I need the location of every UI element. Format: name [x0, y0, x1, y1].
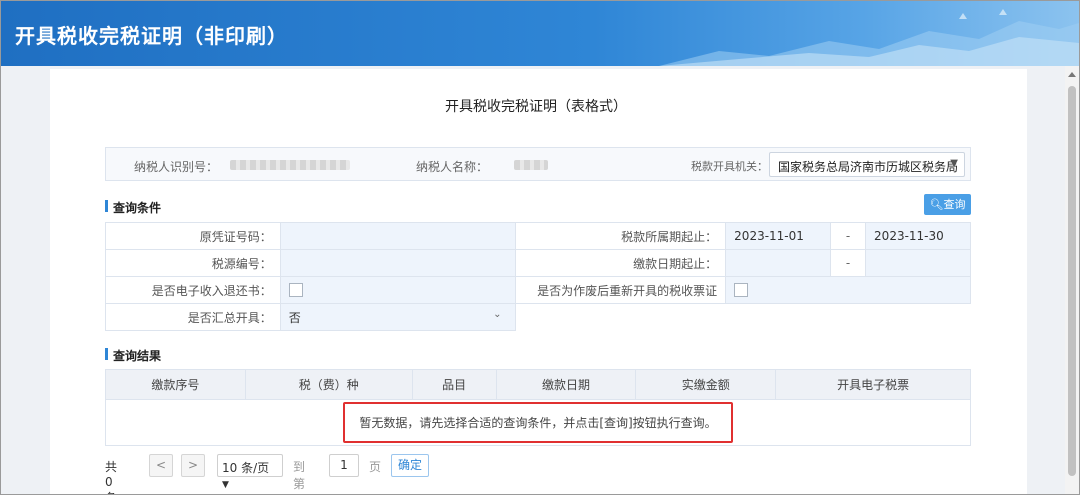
query-button-label: 查询 [943, 198, 966, 211]
query-button[interactable]: 🔍︎查询 [924, 194, 971, 215]
empty-message: 暂无数据，请先选择合适的查询条件，并点击[查询]按钮执行查询。 [343, 402, 733, 443]
payment-date-start-input[interactable] [725, 249, 832, 277]
column-header[interactable]: 品目 [411, 369, 497, 400]
taxpayer-id-redacted [230, 160, 350, 170]
chevron-down-icon: ▼ [950, 158, 958, 169]
tax-source-input[interactable] [279, 249, 517, 277]
prev-page-button[interactable]: < [149, 454, 173, 477]
e-refund-cell [279, 276, 517, 304]
page-suffix: 页 [369, 460, 382, 474]
reissued-cell [725, 276, 971, 304]
column-header[interactable]: 开具电子税票 [775, 369, 971, 400]
e-refund-checkbox[interactable] [288, 283, 303, 298]
tax-source-label: 税源编号： [105, 249, 281, 277]
next-page-button[interactable]: > [181, 454, 205, 477]
reissued-label: 是否为作废后重新开具的税收票证 [515, 276, 726, 304]
taxpayer-name-redacted [514, 160, 548, 170]
tax-period-end-input[interactable]: 2023-11-30 [865, 222, 971, 250]
header-title: 开具税收完税证明（非印刷） [15, 24, 288, 48]
empty-cell: 暂无数据，请先选择合适的查询条件，并点击[查询]按钮执行查询。 [105, 399, 971, 446]
original-voucher-input[interactable] [279, 222, 517, 250]
condition-row: 原凭证号码： 税款所属期起止： 2023-11-01 - 2023-11-30 [105, 222, 971, 250]
column-header[interactable]: 缴款序号 [105, 369, 246, 400]
scroll-up-arrow-icon[interactable] [1068, 72, 1076, 77]
vertical-scrollbar[interactable] [1065, 66, 1079, 494]
payment-date-label: 缴款日期起止： [515, 249, 727, 277]
results-table: 缴款序号 税（费）种 品目 缴款日期 实缴金额 开具电子税票 暂无数据，请先选择… [105, 369, 971, 446]
great-wall-illustration [659, 9, 1079, 66]
page-size-select[interactable]: 10 条/页 ▼ [217, 454, 283, 490]
query-conditions-table: 原凭证号码： 税款所属期起止： 2023-11-01 - 2023-11-30 … [105, 222, 971, 331]
payment-date-end-input[interactable] [865, 249, 971, 277]
summary-select[interactable]: 否 ⌄ [279, 303, 517, 331]
column-header[interactable]: 实缴金额 [635, 369, 777, 400]
query-results-title: 查询结果 [105, 347, 161, 364]
results-header-row: 缴款序号 税（费）种 品目 缴款日期 实缴金额 开具电子税票 [105, 369, 971, 400]
summary-label: 是否汇总开具： [105, 303, 281, 331]
taxpayer-name-label: 纳税人名称： [416, 160, 489, 174]
column-header[interactable]: 缴款日期 [495, 369, 637, 400]
condition-row: 是否汇总开具： 否 ⌄ [105, 303, 971, 331]
empty-cell [515, 303, 971, 331]
confirm-page-button[interactable]: 确定 [391, 454, 429, 477]
column-header[interactable]: 税（费）种 [244, 369, 413, 400]
payment-date-separator: - [830, 249, 867, 277]
page-header: 开具税收完税证明（非印刷） [1, 1, 1079, 66]
goto-label: 到第 [293, 460, 306, 491]
scrollbar-thumb[interactable] [1068, 86, 1076, 476]
tax-office-value: 国家税务总局济南市历城区税务局 [778, 160, 959, 174]
summary-value: 否 [288, 310, 301, 325]
tax-period-start-input[interactable]: 2023-11-01 [725, 222, 832, 250]
empty-row: 暂无数据，请先选择合适的查询条件，并点击[查询]按钮执行查询。 [105, 399, 971, 446]
condition-row: 是否电子收入退还书： 是否为作废后重新开具的税收票证 [105, 276, 971, 304]
taxpayer-id-label: 纳税人识别号： [134, 160, 219, 174]
query-conditions-title: 查询条件 [105, 199, 161, 216]
search-icon: 🔍︎ [929, 198, 944, 211]
tax-office-select[interactable]: 国家税务总局济南市历城区税务局 ▼ [769, 152, 965, 177]
chevron-down-icon: ▼ [222, 480, 229, 490]
tax-period-label: 税款所属期起止： [515, 222, 727, 250]
total-count: 共 0 条 [105, 460, 118, 494]
page-title: 开具税收完税证明（表格式） [445, 99, 627, 115]
app-window: 开具税收完税证明（非印刷） 开具税收完税证明（表格式） 纳税人识别号： 纳税人名… [0, 0, 1080, 495]
tax-period-separator: - [830, 222, 867, 250]
tax-office-label: 税款开具机关： [691, 160, 768, 173]
page-size-value: 10 条/页 [222, 461, 270, 475]
chevron-down-icon: ⌄ [493, 309, 502, 320]
original-voucher-label: 原凭证号码： [105, 222, 281, 250]
page-number-input[interactable]: 1 [329, 454, 359, 477]
e-refund-label: 是否电子收入退还书： [105, 276, 281, 304]
condition-row: 税源编号： 缴款日期起止： - [105, 249, 971, 277]
reissued-checkbox[interactable] [734, 283, 749, 298]
